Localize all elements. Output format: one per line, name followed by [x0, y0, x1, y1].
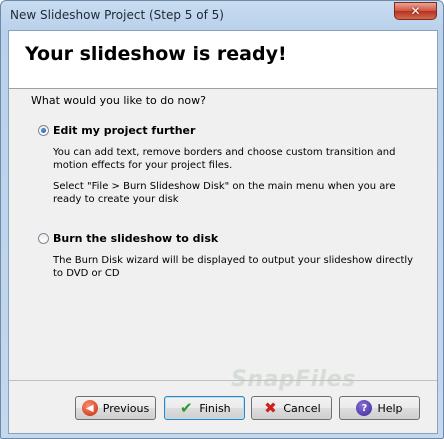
description-line: You can add text, remove borders and cho…	[53, 147, 396, 158]
option-burn-disk-label[interactable]: Burn the slideshow to disk	[53, 232, 218, 245]
help-button[interactable]: ? Help	[339, 396, 420, 420]
help-button-label: Help	[377, 401, 403, 415]
description-line: motion effects for your project files.	[53, 160, 233, 171]
radio-edit-project[interactable]	[38, 125, 49, 136]
page-title: Your slideshow is ready!	[25, 43, 287, 65]
option-edit-project-description: You can add text, remove borders and cho…	[53, 146, 428, 172]
dialog-client-area: Your slideshow is ready! What would you …	[8, 30, 438, 434]
note-line: ready to create your disk	[53, 194, 179, 205]
previous-button[interactable]: ◀ Previous	[75, 396, 156, 420]
previous-button-label: Previous	[102, 401, 150, 415]
option-edit-project-label[interactable]: Edit my project further	[53, 124, 195, 137]
footer-divider	[9, 380, 437, 381]
window-title: New Slideshow Project (Step 5 of 5)	[10, 8, 224, 22]
close-button[interactable]: ✕	[394, 2, 437, 20]
title-bar[interactable]: New Slideshow Project (Step 5 of 5) ✕	[1, 1, 443, 31]
wizard-window: New Slideshow Project (Step 5 of 5) ✕ Yo…	[0, 0, 444, 439]
question-label: What would you like to do now?	[31, 94, 206, 107]
checkmark-icon: ✔	[180, 399, 193, 417]
finish-button-label: Finish	[199, 401, 231, 415]
description-line: The Burn Disk wizard will be displayed t…	[53, 255, 414, 266]
cancel-button[interactable]: ✖ Cancel	[251, 396, 332, 420]
cancel-button-label: Cancel	[283, 401, 321, 415]
finish-button[interactable]: ✔ Finish	[164, 396, 245, 420]
close-icon: ✕	[410, 4, 421, 18]
description-line: to DVD or CD	[53, 268, 120, 279]
radio-burn-disk[interactable]	[38, 233, 49, 244]
arrow-left-icon: ◀	[81, 400, 98, 416]
x-icon: ✖	[264, 399, 277, 417]
note-line: Select "File > Burn Slideshow Disk" on t…	[53, 181, 396, 192]
option-edit-project-note: Select "File > Burn Slideshow Disk" on t…	[53, 180, 428, 206]
option-burn-disk-description: The Burn Disk wizard will be displayed t…	[53, 254, 428, 280]
question-icon: ?	[356, 400, 373, 416]
wizard-header: Your slideshow is ready!	[9, 31, 437, 89]
